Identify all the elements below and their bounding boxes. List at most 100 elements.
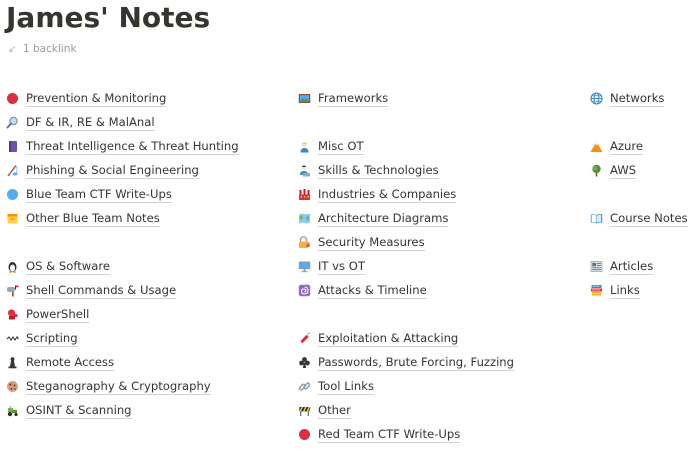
page-link-label: Skills & Technologies (318, 162, 439, 179)
books-icon (590, 284, 603, 297)
page-link-steganography-cryptography[interactable]: Steganography & Cryptography (6, 374, 211, 398)
tree-icon (590, 164, 603, 177)
page-link-label: OS & Software (26, 258, 111, 275)
lock-with-key-icon (298, 235, 311, 249)
page-link-label: PowerShell (26, 306, 90, 323)
page-link-scripting[interactable]: Scripting (6, 326, 78, 350)
page-link-other[interactable]: Other (298, 398, 351, 422)
page-link-os-software[interactable]: OS & Software (6, 254, 111, 278)
mailbox-icon (6, 284, 19, 297)
page-link-label: Architecture Diagrams (318, 210, 449, 227)
page-link-powershell[interactable]: PowerShell (6, 302, 90, 326)
fishing-pole-icon (6, 164, 19, 177)
map-icon (298, 212, 311, 225)
backlinks-button[interactable]: ↙ 1 backlink (8, 41, 77, 57)
page-link-label: Blue Team CTF Write-Ups (26, 186, 172, 203)
desktop-computer-icon (298, 260, 311, 273)
page-link-label: Prevention & Monitoring (26, 90, 167, 107)
page-link-label: IT vs OT (318, 258, 365, 275)
page-link-label: Other Blue Team Notes (26, 210, 160, 227)
page-link-label: Industries & Companies (318, 186, 457, 203)
page-link-shell-commands-usage[interactable]: Shell Commands & Usage (6, 278, 177, 302)
page-link-df-ir-re-malanal[interactable]: DF & IR, RE & MalAnal (6, 110, 155, 134)
page-link-label: Articles (610, 258, 654, 275)
page-link-skills-technologies[interactable]: Skills & Technologies (298, 158, 439, 182)
page-link-security-measures[interactable]: Security Measures (298, 230, 425, 254)
page-link-aws[interactable]: AWS (590, 158, 637, 182)
page-title: James' Notes (6, 1, 211, 34)
factory-icon (298, 188, 311, 201)
page-link-label: Other (318, 402, 351, 419)
page-link-exploitation-attacking[interactable]: Exploitation & Attacking (298, 326, 459, 350)
page-link-passwords-brute-forcing-fuzzing[interactable]: Passwords, Brute Forcing, Fuzzing (298, 350, 515, 374)
page-link-prevention-monitoring[interactable]: Prevention & Monitoring (6, 86, 167, 110)
page-link-label: Scripting (26, 330, 78, 347)
page-link-architecture-diagrams[interactable]: Architecture Diagrams (298, 206, 449, 230)
page-link-label: Threat Intelligence & Threat Hunting (26, 138, 239, 155)
page-link-label: Frameworks (318, 90, 389, 107)
page-link-red-team-ctf-write-ups[interactable]: Red Team CTF Write-Ups (298, 422, 461, 446)
page-link-label: Attacks & Timeline (318, 282, 427, 299)
page-link-label: OSINT & Scanning (26, 402, 132, 419)
page-link-label: Steganography & Cryptography (26, 378, 211, 395)
link-icon (298, 380, 311, 393)
page-link-industries-companies[interactable]: Industries & Companies (298, 182, 457, 206)
tractor-icon (6, 404, 19, 417)
page-link-label: DF & IR, RE & MalAnal (26, 114, 155, 131)
factory-worker-icon (298, 140, 311, 153)
page-link-attacks-timeline[interactable]: Attacks & Timeline (298, 278, 427, 302)
squiggle-icon (6, 332, 19, 345)
page-link-label: Misc OT (318, 138, 364, 155)
page-link-threat-intelligence-threat-hunting[interactable]: Threat Intelligence & Threat Hunting (6, 134, 239, 158)
red-circle-icon (6, 92, 19, 105)
page-link-label: Tool Links (318, 378, 374, 395)
magnifying-glass-icon (6, 116, 19, 129)
page-link-label: Remote Access (26, 354, 115, 371)
page-link-label: Networks (610, 90, 665, 107)
page-link-course-notes[interactable]: Course Notes (590, 206, 688, 230)
newspaper-icon (590, 260, 603, 273)
globe-icon (590, 91, 603, 105)
purple-book-icon (6, 140, 19, 153)
page-link-label: Red Team CTF Write-Ups (318, 426, 461, 443)
club-suit-icon (298, 356, 311, 369)
page-link-label: Course Notes (610, 210, 688, 227)
page-link-label: Azure (610, 138, 644, 155)
page-link-frameworks[interactable]: Frameworks (298, 86, 389, 110)
page-link-label: Links (610, 282, 640, 299)
framed-picture-icon (298, 92, 311, 105)
construction-barrier-icon (298, 404, 311, 417)
technologist-icon (298, 164, 311, 177)
page-link-articles[interactable]: Articles (590, 254, 654, 278)
page-link-osint-scanning[interactable]: OSINT & Scanning (6, 398, 132, 422)
file-cabinet-icon (6, 212, 19, 225)
backlinks-label: 1 backlink (23, 43, 77, 55)
page-link-label: Passwords, Brute Forcing, Fuzzing (318, 354, 515, 371)
page-link-it-vs-ot[interactable]: IT vs OT (298, 254, 365, 278)
blue-circle-icon (6, 188, 19, 201)
cookie-icon (6, 380, 19, 393)
page-link-links[interactable]: Links (590, 278, 640, 302)
page-link-label: AWS (610, 162, 637, 179)
page-link-tool-links[interactable]: Tool Links (298, 374, 374, 398)
red-circle-icon (298, 428, 311, 441)
page-link-other-blue-team-notes[interactable]: Other Blue Team Notes (6, 206, 160, 230)
page-link-label: Exploitation & Attacking (318, 330, 459, 347)
page-link-misc-ot[interactable]: Misc OT (298, 134, 364, 158)
page-link-azure[interactable]: Azure (590, 134, 644, 158)
page-link-blue-team-ctf-write-ups[interactable]: Blue Team CTF Write-Ups (6, 182, 172, 206)
cyclone-icon (298, 284, 311, 297)
penguin-icon (6, 260, 19, 273)
open-book-icon (590, 212, 603, 225)
chess-pawn-icon (6, 356, 19, 369)
notes-page: James' Notes ↙ 1 backlink Prevention & Mo… (0, 0, 691, 451)
mountain-icon (590, 140, 603, 153)
page-link-phishing-social-engineering[interactable]: Phishing & Social Engineering (6, 158, 199, 182)
page-link-label: Shell Commands & Usage (26, 282, 177, 299)
backlink-arrow-icon: ↙ (8, 43, 17, 55)
page-link-label: Phishing & Social Engineering (26, 162, 199, 179)
page-link-networks[interactable]: Networks (590, 86, 665, 110)
firecracker-icon (298, 331, 311, 345)
boxing-glove-icon (6, 308, 19, 321)
page-link-remote-access[interactable]: Remote Access (6, 350, 115, 374)
